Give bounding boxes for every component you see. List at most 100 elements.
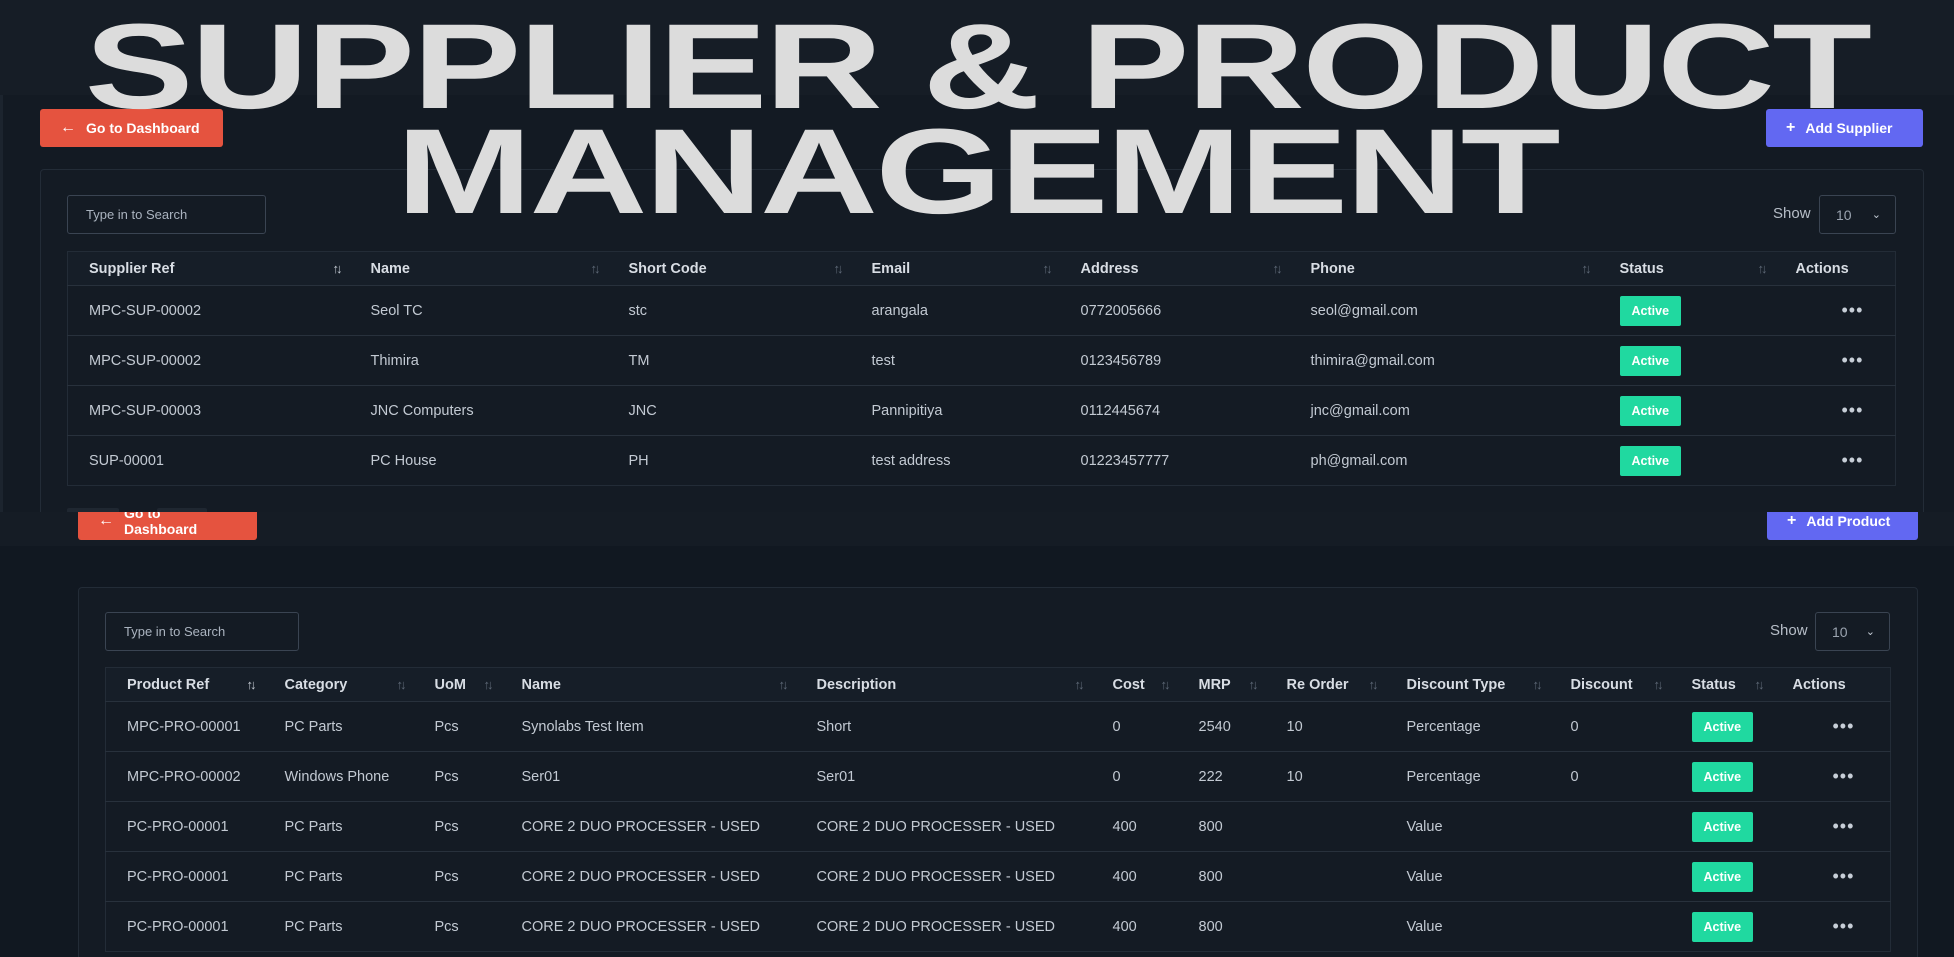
product-search-input[interactable]: Type in to Search xyxy=(105,612,299,651)
more-options-icon[interactable]: ••• xyxy=(1833,817,1855,835)
more-options-icon[interactable]: ••• xyxy=(1833,917,1855,935)
column-header-status[interactable]: Status ↑↓ xyxy=(1670,667,1772,702)
supplier-table: Supplier Ref ↑↓ Name ↑↓ Short Code ↑↓ Email… xyxy=(67,251,1896,486)
more-options-icon[interactable]: ••• xyxy=(1833,867,1855,885)
more-options-icon[interactable]: ••• xyxy=(1833,717,1855,735)
pagination-next[interactable] xyxy=(157,508,207,512)
column-header-category[interactable]: Category ↑↓ xyxy=(263,667,414,702)
product-header-row: Product Ref ↑↓ Category ↑↓ UoM ↑↓ Name ↑↓ De… xyxy=(105,667,1891,702)
column-header-email[interactable]: Email ↑↓ xyxy=(850,251,1060,286)
column-header-address[interactable]: Address ↑↓ xyxy=(1059,251,1290,286)
sort-icon[interactable]: ↑↓ xyxy=(1533,677,1543,692)
more-options-icon[interactable]: ••• xyxy=(1833,767,1855,785)
actions-cell: ••• xyxy=(1771,751,1891,802)
discount-cell xyxy=(1550,902,1671,952)
sort-icon[interactable]: ↑↓ xyxy=(397,677,407,692)
sort-icon[interactable]: ↑↓ xyxy=(1161,677,1171,692)
table-row[interactable]: MPC-SUP-00003 JNC Computers JNC Pannipit… xyxy=(67,385,1896,436)
re-order-cell: 10 xyxy=(1265,701,1386,752)
sort-icon[interactable]: ↑↓ xyxy=(333,261,343,276)
column-header-discount[interactable]: Discount ↑↓ xyxy=(1549,667,1671,702)
add-supplier-label: Add Supplier xyxy=(1805,120,1893,136)
column-header-discount-type[interactable]: Discount Type ↑↓ xyxy=(1385,667,1550,702)
sort-icon[interactable]: ↑↓ xyxy=(1758,261,1768,276)
uom-cell: Pcs xyxy=(413,701,501,752)
category-cell: PC Parts xyxy=(284,918,343,935)
add-supplier-button[interactable]: + Add Supplier xyxy=(1766,109,1923,147)
arrow-left-icon: ← xyxy=(98,512,114,529)
table-row[interactable]: PC-PRO-00001 PC Parts Pcs CORE 2 DUO PROCES… xyxy=(105,851,1891,902)
re-order-cell xyxy=(1265,851,1386,902)
more-options-icon[interactable]: ••• xyxy=(1842,301,1864,319)
column-header-name[interactable]: Name ↑↓ xyxy=(349,251,608,286)
sort-icon[interactable]: ↑↓ xyxy=(1273,261,1283,276)
category-cell: PC Parts xyxy=(263,801,414,852)
column-header-cost[interactable]: Cost ↑↓ xyxy=(1091,667,1178,702)
more-options-icon[interactable]: ••• xyxy=(1842,351,1864,369)
column-header-re-order[interactable]: Re Order ↑↓ xyxy=(1265,667,1386,702)
re-order-cell: 10 xyxy=(1265,751,1386,802)
table-row[interactable]: MPC-SUP-00002 Thimira TM test 0123456789… xyxy=(67,335,1896,386)
column-header-phone[interactable]: Phone ↑↓ xyxy=(1289,251,1599,286)
table-row[interactable]: MPC-PRO-00001 PC Parts Pcs Synolabs Test It… xyxy=(105,701,1891,752)
plus-icon: + xyxy=(1786,119,1796,136)
sort-icon[interactable]: ↑↓ xyxy=(1043,261,1053,276)
supplier-search-input[interactable]: Type in to Search xyxy=(67,195,266,234)
uom-cell: Pcs xyxy=(413,851,501,902)
pagination-previous[interactable] xyxy=(67,508,119,512)
table-row[interactable]: PC-PRO-00001 PC Parts Pcs CORE 2 DUO PROCES… xyxy=(105,801,1891,852)
go-to-dashboard-button[interactable]: ← Go to Dashboard xyxy=(78,512,257,540)
sort-icon[interactable]: ↑↓ xyxy=(1654,677,1664,692)
column-header-description[interactable]: Description ↑↓ xyxy=(795,667,1092,702)
sort-icon[interactable]: ↑↓ xyxy=(834,261,844,276)
sort-icon[interactable]: ↑↓ xyxy=(591,261,601,276)
column-header-status[interactable]: Status ↑↓ xyxy=(1598,251,1775,286)
column-header-product-ref[interactable]: Product Ref ↑↓ xyxy=(105,667,264,702)
status-cell: Active xyxy=(1598,335,1775,386)
status-badge: Active xyxy=(1619,445,1682,476)
discount-type-cell: Value xyxy=(1385,801,1550,852)
column-label: Email xyxy=(871,260,911,277)
description-cell: Ser01 xyxy=(795,751,1092,802)
product-page-size-select[interactable]: 10 ⌄ xyxy=(1815,612,1890,651)
table-row[interactable]: PC-PRO-00001 PC Parts Pcs CORE 2 DUO PROCES… xyxy=(106,902,1891,952)
supplier-ref-cell: MPC-SUP-00002 xyxy=(67,285,350,336)
arrow-left-icon: ← xyxy=(60,119,76,136)
column-header-name[interactable]: Name ↑↓ xyxy=(500,667,796,702)
address-cell: 0772005666 xyxy=(1059,285,1290,336)
add-product-button[interactable]: + Add Product xyxy=(1767,512,1918,540)
sort-icon[interactable]: ↑↓ xyxy=(1369,677,1379,692)
sort-icon[interactable]: ↑↓ xyxy=(1249,677,1259,692)
more-options-icon[interactable]: ••• xyxy=(1842,401,1864,419)
column-label: UoM xyxy=(434,676,466,693)
sort-icon[interactable]: ↑↓ xyxy=(484,677,494,692)
table-row[interactable]: MPC-PRO-00002 Windows Phone Pcs Ser01 Ser01 0… xyxy=(105,751,1891,802)
status-cell: Active xyxy=(1598,385,1775,436)
status-cell: Active xyxy=(1599,436,1775,486)
category-cell: PC Parts xyxy=(263,851,414,902)
cost-cell: 400 xyxy=(1091,851,1178,902)
column-header-supplier-ref[interactable]: Supplier Ref ↑↓ xyxy=(67,251,350,286)
column-header-short-code[interactable]: Short Code ↑↓ xyxy=(607,251,851,286)
table-row[interactable]: MPC-SUP-00002 Seol TC stc arangala 07720… xyxy=(67,285,1896,336)
sort-icon[interactable]: ↑↓ xyxy=(1755,677,1765,692)
column-header-mrp[interactable]: MRP ↑↓ xyxy=(1177,667,1266,702)
more-options-icon[interactable]: ••• xyxy=(1842,451,1864,469)
address-cell: 0112445674 xyxy=(1059,385,1290,436)
supplier-page-size-select[interactable]: 10 ⌄ xyxy=(1819,195,1896,234)
go-to-dashboard-button[interactable]: ← Go to Dashboard xyxy=(40,109,223,147)
supplier-show-label: Show xyxy=(1773,205,1811,222)
sort-icon[interactable]: ↑↓ xyxy=(247,677,257,692)
sort-icon[interactable]: ↑↓ xyxy=(779,677,789,692)
sort-icon[interactable]: ↑↓ xyxy=(1075,677,1085,692)
actions-cell: ••• xyxy=(1771,701,1891,752)
address-cell: 01223457777 xyxy=(1080,452,1170,469)
name-cell: PC House xyxy=(370,452,437,469)
status-cell: Active xyxy=(1598,285,1775,336)
re-order-cell xyxy=(1265,801,1386,852)
table-row[interactable]: SUP-00001 PC House PH test address 01223… xyxy=(68,436,1896,486)
sort-icon[interactable]: ↑↓ xyxy=(1582,261,1592,276)
product-search-placeholder: Type in to Search xyxy=(124,624,226,639)
column-label: Name xyxy=(370,260,411,277)
column-header-uom[interactable]: UoM ↑↓ xyxy=(413,667,501,702)
